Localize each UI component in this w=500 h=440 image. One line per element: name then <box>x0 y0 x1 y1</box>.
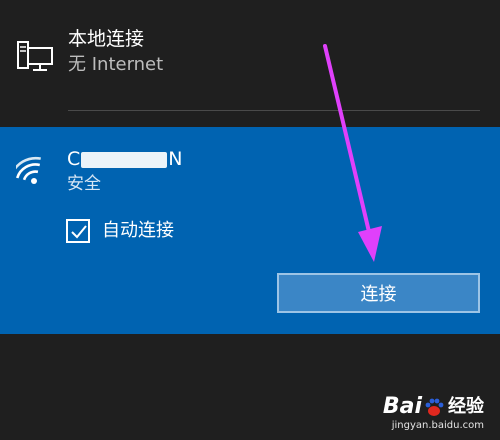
divider <box>68 110 480 111</box>
paw-icon <box>423 396 445 418</box>
redaction-mask <box>81 151 168 168</box>
connect-button[interactable]: 连接 <box>277 273 480 313</box>
watermark-url: jingyan.baidu.com <box>391 420 484 431</box>
checkmark-icon <box>71 225 87 239</box>
ethernet-status: 无 Internet <box>68 54 164 75</box>
baidu-jingyan-watermark: Bai 经验 jingyan.baidu.com <box>354 394 484 434</box>
watermark-brand-post: 经验 <box>448 396 484 417</box>
wifi-signal-icon <box>10 153 56 189</box>
auto-connect-checkbox[interactable] <box>66 219 90 243</box>
auto-connect-label: 自动连接 <box>102 220 174 241</box>
network-flyout: 本地连接 无 Internet CN 安全 自动连接 连接 Bai 经验 jin… <box>0 0 500 440</box>
watermark-brand-pre: Bai <box>382 394 422 419</box>
ethernet-title: 本地连接 <box>68 28 145 50</box>
wifi-network-name: CN <box>67 147 183 171</box>
auto-connect-row[interactable]: 自动连接 <box>66 217 174 245</box>
wifi-name-prefix: C <box>67 148 81 170</box>
computer-network-icon <box>16 40 56 74</box>
wifi-security-status: 安全 <box>67 174 101 194</box>
wifi-name-suffix: N <box>168 148 183 170</box>
wifi-network-item[interactable]: CN 安全 自动连接 连接 <box>0 127 500 334</box>
ethernet-connection-item[interactable]: 本地连接 无 Internet <box>0 0 500 112</box>
watermark-brand: Bai 经验 <box>383 394 484 420</box>
